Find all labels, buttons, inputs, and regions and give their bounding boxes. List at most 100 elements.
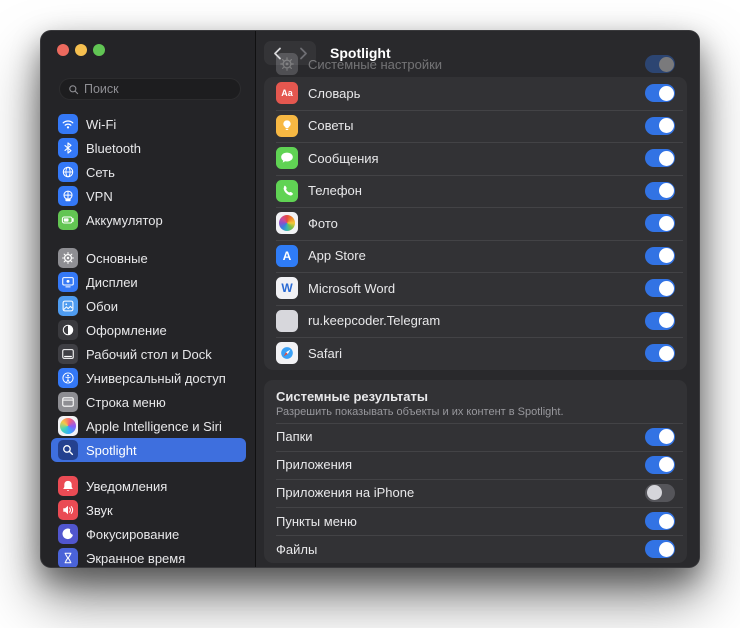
sidebar-item-label: Spotlight	[86, 442, 137, 458]
sidebar-item-accessibility[interactable]: Универсальный доступ	[51, 366, 246, 390]
spotlight-icon	[58, 440, 78, 460]
toggle-row-label: Приложения на iPhone	[276, 485, 415, 501]
sidebar-item-label: Рабочий стол и Dock	[86, 346, 212, 362]
toggle-row-menu-items[interactable]: Пункты меню	[264, 507, 687, 535]
toggle[interactable]	[645, 246, 675, 265]
zoom-button[interactable]	[93, 44, 105, 56]
minimize-button[interactable]	[75, 44, 87, 56]
sidebar-item-label: Универсальный доступ	[86, 370, 226, 386]
sidebar-item-label: Оформление	[86, 322, 167, 338]
toggle-row-telegram[interactable]: ru.keepcoder.Telegram	[264, 304, 687, 338]
appearance-icon	[58, 320, 78, 340]
toggle[interactable]	[645, 427, 675, 446]
search-results-card: Аа Словарь Советы Сообщения Телефон Фото…	[264, 77, 687, 370]
sidebar-list: Wi-Fi Bluetooth Сеть VPN Аккумулятор Осн…	[51, 112, 246, 567]
sidebar: Поиск Wi-Fi Bluetooth Сеть VPN Аккумулят…	[41, 31, 256, 567]
sidebar-item-displays[interactable]: Дисплеи	[51, 270, 246, 294]
toggle[interactable]	[645, 455, 675, 474]
toggle-row-iphone-apps[interactable]: Приложения на iPhone	[264, 478, 687, 507]
network-globe-icon	[58, 162, 78, 182]
display-icon	[58, 272, 78, 292]
close-button[interactable]	[57, 44, 69, 56]
toggle-row-microsoft-word[interactable]: W Microsoft Word	[264, 272, 687, 305]
accessibility-icon	[58, 368, 78, 388]
toggle-row-label: ru.keepcoder.Telegram	[308, 313, 441, 329]
toggle-row-tips[interactable]: Советы	[264, 109, 687, 143]
content-pane: Spotlight Системные настройки Аа Словарь…	[256, 31, 699, 567]
gear-icon	[58, 248, 78, 268]
toggle[interactable]	[645, 181, 675, 200]
sidebar-item-sound[interactable]: Звук	[51, 498, 246, 522]
toggle[interactable]	[645, 214, 675, 233]
sidebar-item-label: Дисплеи	[86, 274, 138, 290]
toggle-row-applications[interactable]: Приложения	[264, 450, 687, 479]
settings-scroll-area[interactable]: Системные настройки Аа Словарь Советы Со…	[264, 53, 687, 564]
sidebar-item-appearance[interactable]: Оформление	[51, 318, 246, 342]
sidebar-item-label: VPN	[86, 188, 113, 204]
sidebar-item-label: Apple Intelligence и Siri	[86, 418, 222, 434]
sidebar-item-spotlight[interactable]: Spotlight	[51, 438, 246, 462]
sidebar-item-focus[interactable]: Фокусирование	[51, 522, 246, 546]
toggle[interactable]	[645, 84, 675, 103]
sidebar-item-label: Обои	[86, 298, 119, 314]
photos-icon	[276, 212, 298, 235]
toggle-row-files[interactable]: Файлы	[264, 535, 687, 563]
chevron-left-icon[interactable]	[273, 47, 282, 60]
toggle-row-label: Телефон	[308, 183, 362, 199]
sidebar-item-menu-bar[interactable]: Строка меню	[51, 390, 246, 414]
sidebar-item-wifi[interactable]: Wi-Fi	[51, 112, 246, 136]
wallpaper-icon	[58, 296, 78, 316]
toggle[interactable]	[645, 149, 675, 168]
speaker-icon	[58, 500, 78, 520]
icon-glyph: A	[282, 248, 292, 263]
section-subtitle: Разрешить показывать объекты и их контен…	[276, 405, 564, 418]
phone-icon	[276, 179, 298, 202]
sidebar-item-desktop-dock[interactable]: Рабочий стол и Dock	[51, 342, 246, 366]
sidebar-item-network[interactable]: Сеть	[51, 160, 246, 184]
sidebar-item-label: Bluetooth	[86, 140, 141, 156]
toggle-row-dictionary[interactable]: Аа Словарь	[264, 77, 687, 110]
safari-icon	[276, 342, 298, 365]
sidebar-item-vpn[interactable]: VPN	[51, 184, 246, 208]
toggle-row-messages[interactable]: Сообщения	[264, 142, 687, 175]
siri-icon	[58, 416, 78, 436]
messages-icon	[276, 147, 298, 170]
search-placeholder: Поиск	[84, 82, 119, 96]
sidebar-item-label: Уведомления	[86, 478, 168, 494]
toggle-row-photos[interactable]: Фото	[264, 207, 687, 240]
sidebar-item-general[interactable]: Основные	[51, 246, 246, 270]
sidebar-item-label: Звук	[86, 502, 113, 518]
sidebar-item-apple-intelligence-siri[interactable]: Apple Intelligence и Siri	[51, 414, 246, 438]
sidebar-item-wallpaper[interactable]: Обои	[51, 294, 246, 318]
sidebar-item-bluetooth[interactable]: Bluetooth	[51, 136, 246, 160]
toggle-row-safari[interactable]: Safari	[264, 337, 687, 370]
search-input[interactable]: Поиск	[59, 78, 241, 100]
menu-bar-icon	[58, 392, 78, 412]
toggle[interactable]	[645, 344, 675, 363]
page-title: Spotlight	[330, 45, 391, 61]
toggle-row-label: Приложения	[276, 457, 353, 473]
toggle[interactable]	[645, 512, 675, 531]
toggle[interactable]	[645, 116, 675, 135]
sidebar-item-label: Аккумулятор	[86, 212, 163, 228]
sidebar-item-screen-time[interactable]: Экранное время	[51, 546, 246, 567]
toggle[interactable]	[645, 311, 675, 330]
toggle-row-phone[interactable]: Телефон	[264, 174, 687, 208]
desktop: Поиск Wi-Fi Bluetooth Сеть VPN Аккумулят…	[0, 0, 740, 628]
sidebar-item-label: Wi-Fi	[86, 116, 117, 132]
toggle-row-folders[interactable]: Папки	[264, 422, 687, 451]
desktop-dock-icon	[58, 344, 78, 364]
toggle-row-label: Сообщения	[308, 150, 379, 166]
toggle-row-app-store[interactable]: A App Store	[264, 239, 687, 273]
toggle-row-label: Файлы	[276, 541, 318, 557]
toggle[interactable]	[645, 540, 675, 559]
chevron-right-icon[interactable]	[299, 47, 308, 60]
sidebar-item-notifications[interactable]: Уведомления	[51, 474, 246, 498]
vpn-globe-icon	[58, 186, 78, 206]
toggle-row-label: Фото	[308, 215, 338, 231]
toggle[interactable]	[645, 483, 675, 502]
sidebar-item-battery[interactable]: Аккумулятор	[51, 208, 246, 232]
toggle-row-label: Советы	[308, 118, 354, 134]
word-icon: W	[276, 277, 298, 300]
toggle[interactable]	[645, 279, 675, 298]
